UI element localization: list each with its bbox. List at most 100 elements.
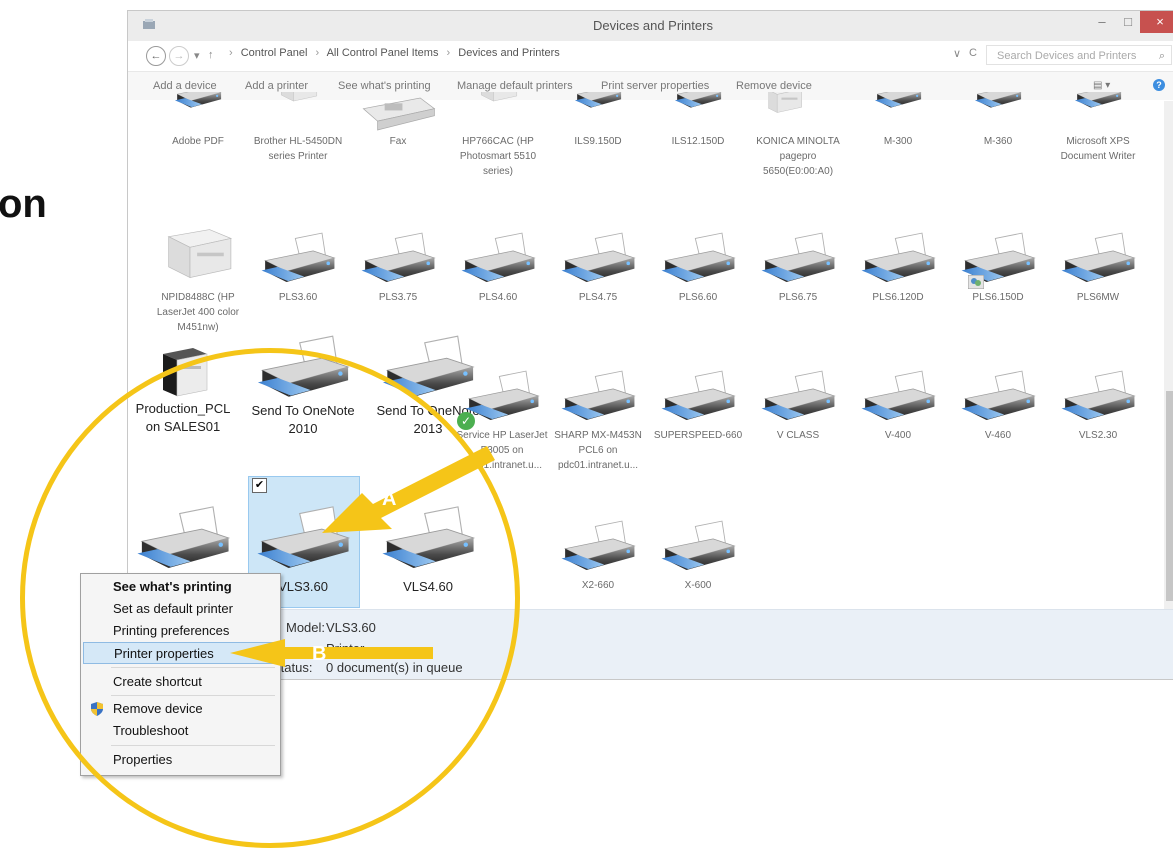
print-server-properties-button[interactable]: Print server properties bbox=[601, 80, 709, 92]
device-pls4-60[interactable]: PLS4.60 bbox=[448, 228, 548, 305]
device-sharp[interactable]: SHARP MX-M453N PCL6 on pdc01.intranet.u.… bbox=[548, 366, 648, 473]
menu-printing-preferences[interactable]: Printing preferences bbox=[83, 620, 276, 642]
laser-printer-icon bbox=[258, 92, 338, 132]
printer-icon bbox=[758, 366, 838, 426]
breadcrumb-all-items[interactable]: All Control Panel Items bbox=[327, 47, 439, 59]
menu-separator bbox=[111, 667, 275, 668]
menu-set-default[interactable]: Set as default printer bbox=[83, 598, 276, 620]
device-npid8488c[interactable]: NPID8488C (HP LaserJet 400 color M451nw) bbox=[148, 212, 248, 335]
device-x-600[interactable]: X-600 bbox=[648, 516, 748, 593]
view-options-icon[interactable]: ▤ ▾ bbox=[1093, 80, 1110, 91]
refresh-icon[interactable]: C bbox=[969, 47, 977, 59]
breadcrumb-devices[interactable]: Devices and Printers bbox=[458, 47, 560, 59]
breadcrumb-sep: › bbox=[315, 47, 320, 59]
menu-remove-device[interactable]: Remove device bbox=[83, 698, 276, 720]
minimize-button[interactable]: – bbox=[1090, 11, 1114, 33]
device-adobe-pdf[interactable]: Adobe PDF bbox=[148, 92, 248, 149]
device-label: V CLASS bbox=[776, 430, 820, 441]
printer-icon bbox=[858, 228, 938, 288]
device-pls3-60[interactable]: PLS3.60 bbox=[248, 228, 348, 305]
vertical-scrollbar[interactable] bbox=[1164, 101, 1173, 611]
device-label: VLS4.60 bbox=[403, 579, 453, 594]
printer-icon bbox=[133, 500, 233, 576]
device-pls6-120d[interactable]: PLS6.120D bbox=[848, 228, 948, 305]
printer-icon bbox=[558, 366, 638, 426]
remove-device-button[interactable]: Remove device bbox=[736, 80, 812, 92]
recent-dropdown-icon[interactable]: ▾ bbox=[194, 49, 200, 62]
title-bar[interactable]: Devices and Printers – □ × bbox=[128, 11, 1173, 41]
device-label: Send To OneNote 2010 bbox=[251, 403, 355, 436]
add-device-button[interactable]: Add a device bbox=[153, 80, 217, 92]
device-send-to-onenote-2010[interactable]: Send To OneNote 2010 bbox=[248, 334, 358, 438]
device-unnamed[interactable] bbox=[128, 500, 238, 578]
maximize-button[interactable]: □ bbox=[1116, 11, 1140, 33]
device-production-pcl[interactable]: Production_PCL on SALES01 bbox=[128, 344, 238, 436]
device-label: SUPERSPEED-660 bbox=[653, 430, 743, 441]
device-brother[interactable]: Brother HL-5450DN series Printer bbox=[248, 92, 348, 164]
device-vls4-60[interactable]: VLS4.60 bbox=[373, 500, 483, 596]
device-ils12-150d[interactable]: ILS12.150D bbox=[648, 92, 748, 149]
device-vls2-30[interactable]: VLS2.30 bbox=[1048, 366, 1148, 443]
manage-default-printers-button[interactable]: Manage default printers bbox=[457, 80, 573, 92]
model-label: Model: bbox=[286, 620, 326, 635]
device-pls6-60[interactable]: PLS6.60 bbox=[648, 228, 748, 305]
device-label: PLS3.75 bbox=[378, 292, 418, 303]
menu-remove-device-label: Remove device bbox=[113, 701, 203, 716]
search-input[interactable]: Search Devices and Printers ⌕ bbox=[986, 45, 1172, 65]
device-label: Fax bbox=[389, 136, 407, 147]
device-m360[interactable]: M-360 bbox=[948, 92, 1048, 149]
menu-properties[interactable]: Properties bbox=[83, 749, 276, 771]
device-konica[interactable]: KONICA MINOLTA pagepro 5650(E0:00:A0) bbox=[748, 92, 848, 179]
forward-arrow-icon[interactable]: → bbox=[169, 46, 189, 66]
device-pls6-150d[interactable]: PLS6.150D bbox=[948, 228, 1048, 305]
device-pls3-75[interactable]: PLS3.75 bbox=[348, 228, 448, 305]
device-label: ILS12.150D bbox=[671, 136, 725, 147]
device-ils9-150d[interactable]: ILS9.150D bbox=[548, 92, 648, 149]
breadcrumb-control-panel[interactable]: Control Panel bbox=[241, 47, 308, 59]
menu-printer-properties[interactable]: Printer properties bbox=[83, 642, 276, 664]
search-placeholder: Search Devices and Printers bbox=[997, 50, 1137, 62]
device-pls6-75[interactable]: PLS6.75 bbox=[748, 228, 848, 305]
close-button[interactable]: × bbox=[1140, 11, 1173, 33]
see-whats-printing-button[interactable]: See what's printing bbox=[338, 80, 431, 92]
menu-see-whats-printing[interactable]: See what's printing bbox=[83, 576, 276, 598]
device-x2-660[interactable]: X2-660 bbox=[548, 516, 648, 593]
device-superspeed-660[interactable]: SUPERSPEED-660 bbox=[648, 366, 748, 443]
device-pls6mw[interactable]: PLS6MW bbox=[1048, 228, 1148, 305]
status-value: 0 document(s) in queue bbox=[326, 660, 463, 675]
device-v-class[interactable]: V CLASS bbox=[748, 366, 848, 443]
selected-checkbox[interactable]: ✔ bbox=[252, 478, 267, 493]
menu-create-shortcut[interactable]: Create shortcut bbox=[83, 671, 276, 693]
device-v400[interactable]: V-400 bbox=[848, 366, 948, 443]
device-label: Service HP LaserJet P3005 on pdc01.intra… bbox=[456, 430, 548, 471]
device-v460[interactable]: V-460 bbox=[948, 366, 1048, 443]
printer-icon bbox=[458, 228, 538, 288]
device-label: NPID8488C (HP LaserJet 400 color M451nw) bbox=[156, 292, 240, 333]
device-pls4-75[interactable]: PLS4.75 bbox=[548, 228, 648, 305]
device-label: PLS6.150D bbox=[972, 292, 1024, 303]
device-label: PLS3.60 bbox=[278, 292, 318, 303]
printer-icon bbox=[558, 92, 638, 132]
breadcrumb[interactable]: › Control Panel › All Control Panel Item… bbox=[224, 47, 560, 59]
up-arrow-icon[interactable]: ↑ bbox=[208, 49, 214, 61]
device-m300[interactable]: M-300 bbox=[848, 92, 948, 149]
scrollbar-thumb[interactable] bbox=[1166, 391, 1173, 601]
printer-icon bbox=[658, 366, 738, 426]
address-dropdown-icon[interactable]: ∨ bbox=[953, 47, 961, 60]
printer-icon bbox=[858, 366, 938, 426]
device-hp766cac[interactable]: HP766CAC (HP Photosmart 5510 series) bbox=[448, 92, 548, 179]
device-service-hp[interactable]: Service HP LaserJet P3005 on pdc01.intra… bbox=[452, 366, 552, 496]
back-arrow-icon[interactable]: ← bbox=[146, 46, 166, 66]
help-icon[interactable]: ? bbox=[1153, 79, 1165, 91]
menu-troubleshoot[interactable]: Troubleshoot bbox=[83, 720, 276, 742]
device-xps-writer[interactable]: Microsoft XPS Document Writer bbox=[1048, 92, 1148, 164]
printer-icon bbox=[378, 500, 478, 576]
heading-fragment: on bbox=[0, 182, 47, 226]
address-row: ← → ▾ ↑ › Control Panel › All Control Pa… bbox=[128, 41, 1173, 72]
add-printer-button[interactable]: Add a printer bbox=[245, 80, 308, 92]
device-label: Production_PCL on SALES01 bbox=[135, 401, 231, 434]
device-fax[interactable]: Fax bbox=[348, 96, 448, 149]
device-label: V-400 bbox=[884, 430, 912, 441]
window-title: Devices and Printers bbox=[593, 18, 713, 33]
device-label: V-460 bbox=[984, 430, 1012, 441]
